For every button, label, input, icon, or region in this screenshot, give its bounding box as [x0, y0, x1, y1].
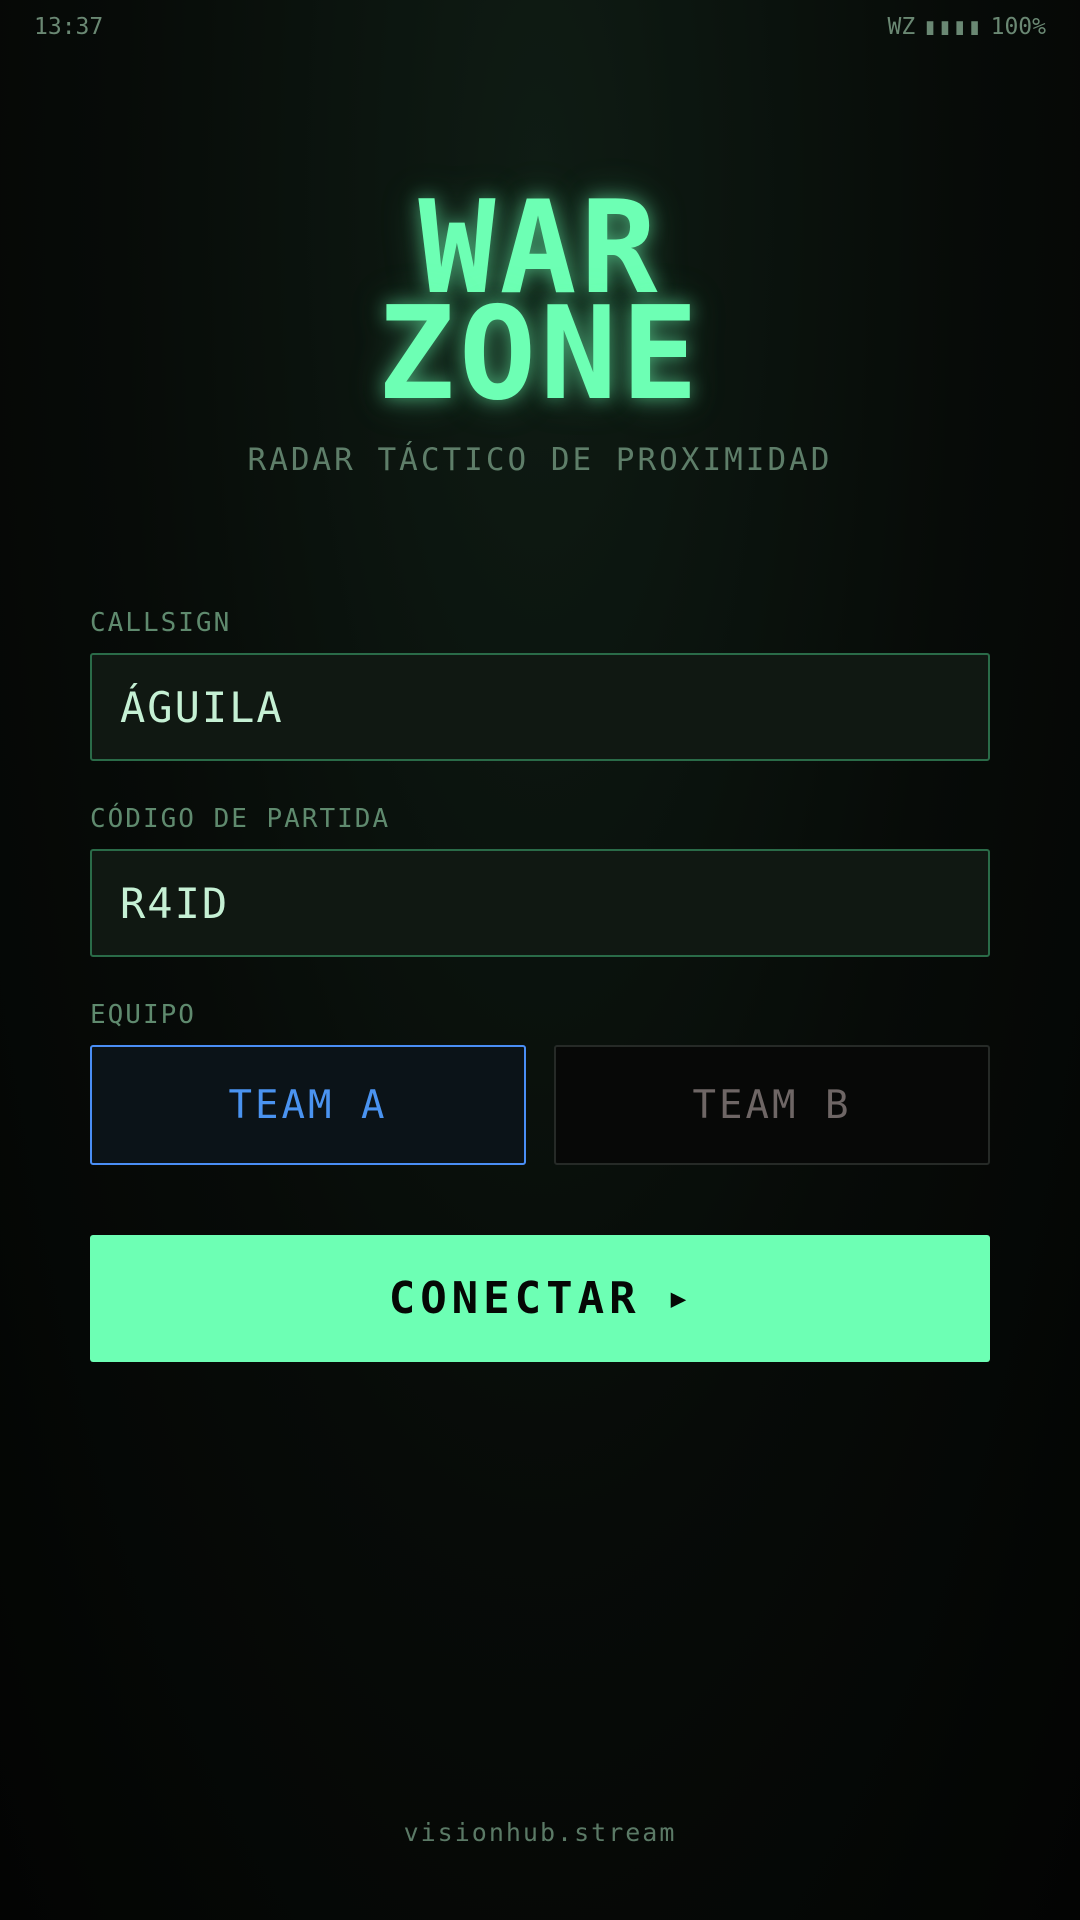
- connect-label: CONECTAR: [388, 1273, 641, 1324]
- game-code-value: R4ID: [120, 878, 230, 928]
- team-a-label: TEAM A: [228, 1082, 388, 1128]
- status-bar: 13:37 WZ ▮▮▮▮ 100%: [0, 0, 1080, 54]
- battery-level: 100%: [990, 14, 1046, 40]
- connect-button[interactable]: CONECTAR ▶: [90, 1235, 990, 1362]
- callsign-input[interactable]: ÁGUILA: [90, 653, 990, 761]
- callsign-label: CALLSIGN: [90, 608, 232, 638]
- carrier-label: WZ: [887, 14, 916, 40]
- game-code-input[interactable]: R4ID: [90, 849, 990, 957]
- team-a-button[interactable]: TEAM A: [90, 1045, 526, 1165]
- team-b-button[interactable]: TEAM B: [554, 1045, 990, 1165]
- game-code-label: CÓDIGO DE PARTIDA: [90, 804, 391, 834]
- app-logo: WAR ZONE: [0, 185, 1080, 429]
- team-label: EQUIPO: [90, 1000, 196, 1030]
- logo-line-2: ZONE: [377, 280, 703, 429]
- team-b-label: TEAM B: [692, 1082, 852, 1128]
- footer-link[interactable]: visionhub.stream: [0, 1818, 1080, 1847]
- app-subtitle: RADAR TÁCTICO DE PROXIMIDAD: [247, 442, 833, 478]
- status-indicators: WZ ▮▮▮▮ 100%: [888, 14, 1046, 40]
- callsign-value: ÁGUILA: [120, 682, 284, 732]
- play-icon: ▶: [670, 1283, 692, 1314]
- signal-icon: ▮▮▮▮: [923, 14, 983, 40]
- status-time: 13:37: [34, 14, 104, 40]
